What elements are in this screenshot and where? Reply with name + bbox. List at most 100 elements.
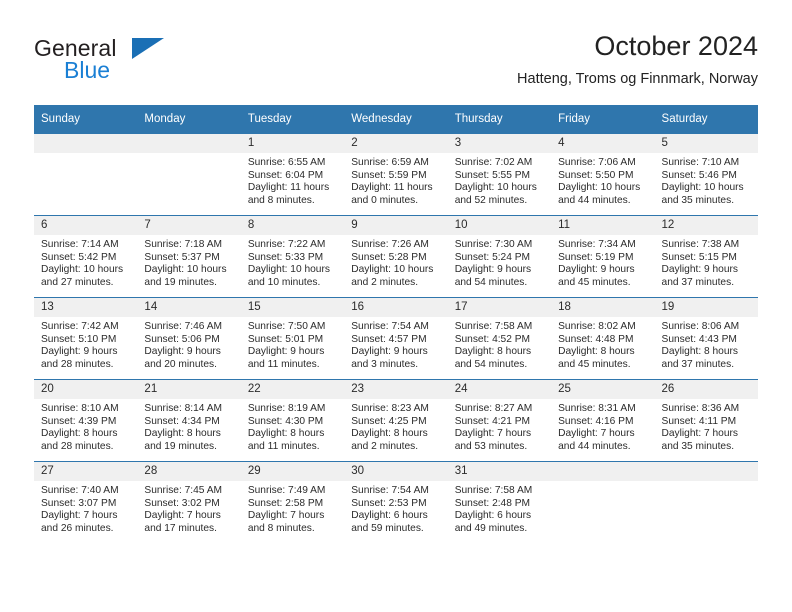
- day-detail-line: Sunrise: 8:19 AM: [247, 403, 326, 414]
- calendar-day-cell[interactable]: 7 Sunrise: 7:18 AM Sunset: 5:37 PM Daylight…: [137, 215, 241, 298]
- day-number: 21: [137, 380, 241, 399]
- calendar-day-cell[interactable]: 10 Sunrise: 7:30 AM Sunset: 5:24 PM Dayligh…: [447, 215, 552, 298]
- calendar-grid: Sunday Monday Tuesday Wednesday Thursday Frid…: [34, 105, 758, 543]
- weekday-header-thursday: Thursday: [447, 105, 552, 134]
- day-number: 9: [344, 216, 448, 235]
- day-detail-line: and 0 minutes.: [351, 194, 419, 206]
- day-detail-line: Daylight: 7 hours: [558, 428, 635, 440]
- day-detail-line: and 45 minutes.: [558, 358, 631, 370]
- day-detail-line: Sunset: 4:30 PM: [247, 415, 324, 427]
- day-details: Sunrise: 7:58 AM Sunset: 4:52 PM Daylight:…: [448, 317, 551, 371]
- day-number: 5: [654, 134, 758, 153]
- day-detail-line: and 44 minutes.: [558, 440, 631, 452]
- day-details: Sunrise: 7:02 AM Sunset: 5:55 PM Daylight:…: [448, 153, 551, 207]
- day-detail-line: Daylight: 7 hours: [661, 428, 738, 440]
- day-number: 26: [654, 380, 758, 399]
- day-detail-line: Sunset: 5:59 PM: [351, 169, 427, 181]
- day-detail-line: Daylight: 10 hours: [454, 182, 537, 194]
- day-detail-line: Daylight: 7 hours: [41, 510, 118, 522]
- calendar-day-cell[interactable]: 31 Sunrise: 7:58 AM Sunset: 2:48 PM Dayligh…: [447, 461, 552, 543]
- calendar-day-cell[interactable]: 16 Sunrise: 7:54 AM Sunset: 4:57 PM Dayligh…: [344, 297, 448, 380]
- calendar-day-cell[interactable]: 20 Sunrise: 8:10 AM Sunset: 4:39 PM Dayligh…: [34, 379, 138, 462]
- general-blue-logo: General Blue: [34, 35, 244, 95]
- calendar-day-cell[interactable]: 22 Sunrise: 8:19 AM Sunset: 4:30 PM Dayligh…: [240, 379, 345, 462]
- day-detail-line: Sunrise: 7:22 AM: [247, 239, 326, 250]
- day-number: [654, 462, 758, 481]
- day-details: Sunrise: 7:40 AM Sunset: 3:07 PM Daylight:…: [34, 481, 137, 535]
- calendar-week-row: 27 Sunrise: 7:40 AM Sunset: 3:07 PM Dayligh…: [34, 461, 758, 543]
- calendar-day-cell[interactable]: 27 Sunrise: 7:40 AM Sunset: 3:07 PM Dayligh…: [34, 461, 138, 543]
- day-details: Sunrise: 7:30 AM Sunset: 5:24 PM Daylight:…: [448, 235, 551, 289]
- day-number: 19: [654, 298, 758, 317]
- calendar-week-row: 6 Sunrise: 7:14 AM Sunset: 5:42 PM Daylight…: [34, 215, 758, 298]
- day-detail-line: Sunrise: 6:55 AM: [247, 157, 326, 168]
- day-detail-line: Daylight: 9 hours: [454, 264, 532, 276]
- calendar-week-row: 20 Sunrise: 8:10 AM Sunset: 4:39 PM Dayligh…: [34, 379, 758, 462]
- day-details: Sunrise: 7:10 AM Sunset: 5:46 PM Daylight:…: [655, 153, 758, 207]
- calendar-day-cell[interactable]: 14 Sunrise: 7:46 AM Sunset: 5:06 PM Dayligh…: [137, 297, 241, 380]
- day-detail-line: Daylight: 11 hours: [351, 182, 433, 194]
- calendar-day-cell[interactable]: 30 Sunrise: 7:54 AM Sunset: 2:53 PM Dayligh…: [344, 461, 448, 543]
- day-detail-line: and 35 minutes.: [661, 194, 735, 206]
- calendar-day-cell[interactable]: 6 Sunrise: 7:14 AM Sunset: 5:42 PM Daylight…: [34, 215, 138, 298]
- day-detail-line: Daylight: 8 hours: [454, 346, 532, 358]
- calendar-day-cell[interactable]: 13 Sunrise: 7:42 AM Sunset: 5:10 PM Dayligh…: [34, 297, 138, 380]
- calendar-day-cell[interactable]: 21 Sunrise: 8:14 AM Sunset: 4:34 PM Dayligh…: [137, 379, 241, 462]
- day-detail-line: and 28 minutes.: [41, 358, 114, 370]
- day-detail-line: and 8 minutes.: [247, 194, 315, 206]
- day-details: Sunrise: 7:58 AM Sunset: 2:48 PM Daylight:…: [448, 481, 551, 535]
- day-detail-line: Sunset: 4:34 PM: [144, 415, 220, 427]
- calendar-day-cell[interactable]: 18 Sunrise: 8:02 AM Sunset: 4:48 PM Dayligh…: [551, 297, 655, 380]
- day-detail-line: Daylight: 10 hours: [144, 264, 227, 276]
- logo-triangle-icon: [132, 38, 164, 59]
- day-detail-line: Daylight: 10 hours: [247, 264, 330, 276]
- day-detail-line: Sunset: 2:48 PM: [454, 497, 531, 509]
- calendar-day-cell[interactable]: 1 Sunrise: 6:55 AM Sunset: 6:04 PM Daylight…: [240, 133, 345, 216]
- day-detail-line: Sunrise: 8:23 AM: [351, 403, 429, 414]
- day-detail-line: Sunrise: 7:02 AM: [454, 157, 533, 168]
- day-detail-line: and 44 minutes.: [558, 194, 631, 206]
- calendar-page: General Blue October 2024 Hatteng, Troms…: [0, 0, 792, 612]
- calendar-day-cell[interactable]: 17 Sunrise: 7:58 AM Sunset: 4:52 PM Dayligh…: [447, 297, 552, 380]
- day-details: Sunrise: 8:06 AM Sunset: 4:43 PM Daylight:…: [655, 317, 758, 371]
- calendar-day-cell[interactable]: 5 Sunrise: 7:10 AM Sunset: 5:46 PM Daylight…: [654, 133, 758, 216]
- calendar-day-cell[interactable]: 3 Sunrise: 7:02 AM Sunset: 5:55 PM Daylight…: [447, 133, 552, 216]
- day-detail-line: Daylight: 7 hours: [454, 428, 532, 440]
- calendar-day-cell[interactable]: 19 Sunrise: 8:06 AM Sunset: 4:43 PM Dayligh…: [654, 297, 758, 380]
- day-number: 1: [240, 134, 345, 153]
- calendar-day-cell[interactable]: 24 Sunrise: 8:27 AM Sunset: 4:21 PM Dayligh…: [447, 379, 552, 462]
- calendar-day-cell[interactable]: 25 Sunrise: 8:31 AM Sunset: 4:16 PM Dayligh…: [551, 379, 655, 462]
- day-number: 30: [344, 462, 448, 481]
- calendar-day-cell[interactable]: 4 Sunrise: 7:06 AM Sunset: 5:50 PM Daylight…: [551, 133, 655, 216]
- calendar-day-cell[interactable]: 12 Sunrise: 7:38 AM Sunset: 5:15 PM Dayligh…: [654, 215, 758, 298]
- day-detail-line: Sunrise: 7:50 AM: [247, 321, 326, 332]
- day-detail-line: and 49 minutes.: [454, 522, 528, 534]
- calendar-day-cell[interactable]: 2 Sunrise: 6:59 AM Sunset: 5:59 PM Daylight…: [344, 133, 448, 216]
- day-details: Sunrise: 7:42 AM Sunset: 5:10 PM Daylight:…: [34, 317, 137, 371]
- calendar-day-cell[interactable]: 8 Sunrise: 7:22 AM Sunset: 5:33 PM Daylight…: [240, 215, 345, 298]
- calendar-day-cell[interactable]: 23 Sunrise: 8:23 AM Sunset: 4:25 PM Dayligh…: [344, 379, 448, 462]
- day-detail-line: and 59 minutes.: [351, 522, 424, 534]
- title-block: October 2024 Hatteng, Troms og Finnmark,…: [517, 30, 758, 89]
- day-detail-line: Sunset: 5:01 PM: [247, 333, 324, 345]
- day-details: Sunrise: 7:45 AM Sunset: 3:02 PM Daylight:…: [137, 481, 240, 535]
- day-detail-line: Daylight: 10 hours: [558, 182, 641, 194]
- calendar-day-cell[interactable]: 29 Sunrise: 7:49 AM Sunset: 2:58 PM Dayligh…: [240, 461, 345, 543]
- calendar-day-cell[interactable]: 28 Sunrise: 7:45 AM Sunset: 3:02 PM Dayligh…: [137, 461, 241, 543]
- day-detail-line: Daylight: 7 hours: [144, 510, 221, 522]
- day-detail-line: Daylight: 8 hours: [247, 428, 325, 440]
- weekday-header-tuesday: Tuesday: [240, 105, 345, 134]
- calendar-body: 1 Sunrise: 6:55 AM Sunset: 6:04 PM Daylight…: [34, 133, 758, 543]
- calendar-day-cell-empty: [551, 461, 655, 543]
- day-number: 23: [344, 380, 448, 399]
- day-detail-line: Sunrise: 8:36 AM: [661, 403, 740, 414]
- day-detail-line: Sunrise: 7:14 AM: [41, 239, 119, 250]
- day-number: 18: [551, 298, 655, 317]
- calendar-day-cell[interactable]: 9 Sunrise: 7:26 AM Sunset: 5:28 PM Daylight…: [344, 215, 448, 298]
- calendar-day-cell[interactable]: 26 Sunrise: 8:36 AM Sunset: 4:11 PM Dayligh…: [654, 379, 758, 462]
- day-detail-line: Sunset: 5:50 PM: [558, 169, 634, 181]
- day-details: Sunrise: 8:27 AM Sunset: 4:21 PM Daylight:…: [448, 399, 551, 453]
- calendar-day-cell[interactable]: 15 Sunrise: 7:50 AM Sunset: 5:01 PM Dayligh…: [240, 297, 345, 380]
- day-detail-line: Sunrise: 8:02 AM: [558, 321, 636, 332]
- calendar-day-cell[interactable]: 11 Sunrise: 7:34 AM Sunset: 5:19 PM Dayligh…: [551, 215, 655, 298]
